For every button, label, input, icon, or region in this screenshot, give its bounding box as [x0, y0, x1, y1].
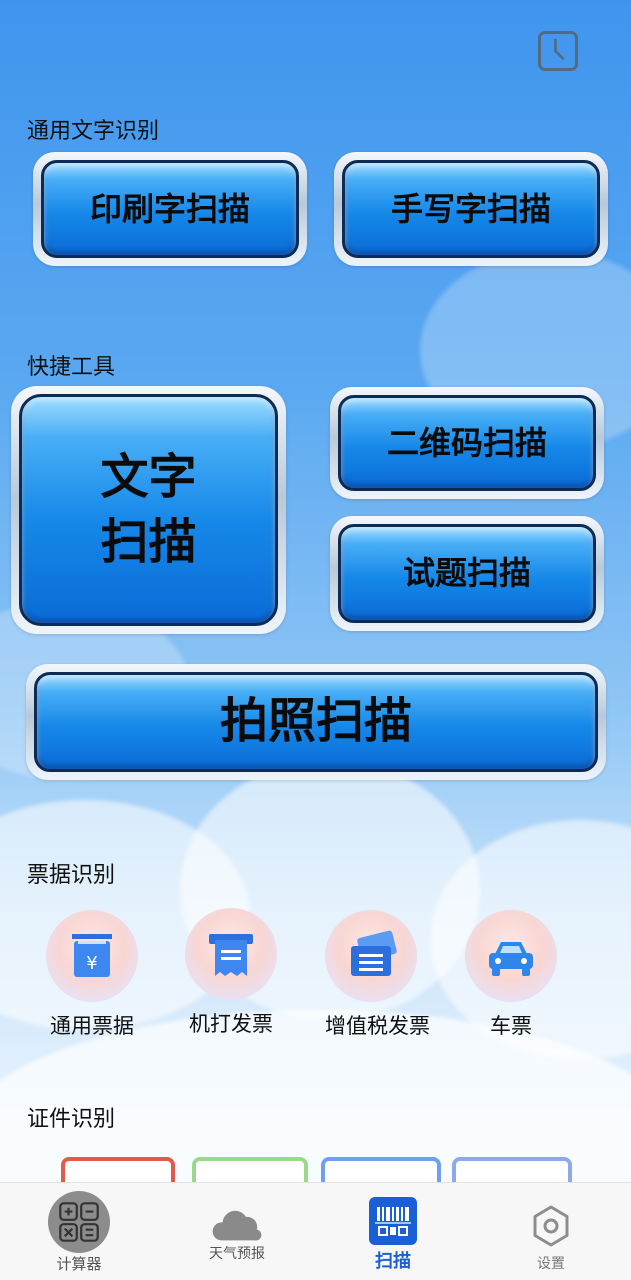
history-button[interactable] — [538, 31, 578, 71]
print-scan-label: 印刷字扫描 — [89, 189, 250, 228]
tab-weather[interactable]: 天气预报 — [177, 1183, 297, 1280]
printed-invoice-icon — [209, 934, 253, 976]
ticket-vat[interactable]: 增值税发票 — [325, 910, 430, 1040]
handwrite-scan-label: 手写字扫描 — [390, 189, 551, 228]
receipt-yen-icon: ¥ — [72, 934, 112, 977]
qr-scan-button[interactable]: 二维码扫描 — [330, 387, 604, 499]
ticket-general[interactable]: ¥ 通用票据 — [46, 910, 138, 1040]
text-scan-button[interactable]: 文字 扫描 — [11, 386, 286, 634]
photo-scan-button[interactable]: 拍照扫描 — [26, 664, 606, 780]
ticket-printed[interactable]: 机打发票 — [185, 908, 277, 1038]
settings-icon — [533, 1205, 569, 1247]
exam-scan-label: 试题扫描 — [402, 554, 531, 593]
tab-calculator[interactable]: 计算器 — [19, 1183, 139, 1280]
qr-scan-label: 二维码扫描 — [386, 423, 547, 462]
ticket-car-label: 车票 — [490, 1014, 532, 1038]
ticket-general-label: 通用票据 — [50, 1014, 134, 1038]
section-title-certs: 证件识别 — [27, 1107, 116, 1132]
section-title-general: 通用文字识别 — [27, 119, 160, 144]
section-title-tickets: 票据识别 — [27, 863, 116, 888]
ticket-printed-label: 机打发票 — [189, 1012, 273, 1036]
print-scan-button[interactable]: 印刷字扫描 — [33, 152, 307, 266]
scan-icon — [375, 1207, 411, 1236]
car-icon — [489, 942, 533, 976]
tab-settings-label: 设置 — [537, 1256, 565, 1272]
clock-icon — [554, 38, 565, 60]
exam-scan-button[interactable]: 试题扫描 — [330, 516, 604, 631]
tab-scan[interactable]: 扫描 — [333, 1183, 453, 1280]
handwrite-scan-button[interactable]: 手写字扫描 — [334, 152, 608, 266]
tab-settings[interactable]: 设置 — [491, 1183, 611, 1280]
svg-text:¥: ¥ — [86, 953, 97, 974]
tab-calculator-label: 计算器 — [56, 1255, 102, 1273]
ticket-car[interactable]: 车票 — [465, 910, 557, 1040]
vat-invoice-icon — [351, 930, 397, 976]
tab-scan-label: 扫描 — [375, 1251, 411, 1272]
bottom-tab-bar: 计算器 天气预报 扫描 设置 — [0, 1182, 631, 1280]
tab-weather-label: 天气预报 — [209, 1246, 265, 1262]
section-title-tools: 快捷工具 — [27, 355, 116, 380]
cloud-icon — [212, 1210, 262, 1241]
calculator-icon — [59, 1202, 99, 1242]
text-scan-label: 文字 扫描 — [100, 449, 197, 570]
photo-scan-label: 拍照扫描 — [219, 693, 412, 750]
ticket-vat-label: 增值税发票 — [325, 1014, 430, 1038]
